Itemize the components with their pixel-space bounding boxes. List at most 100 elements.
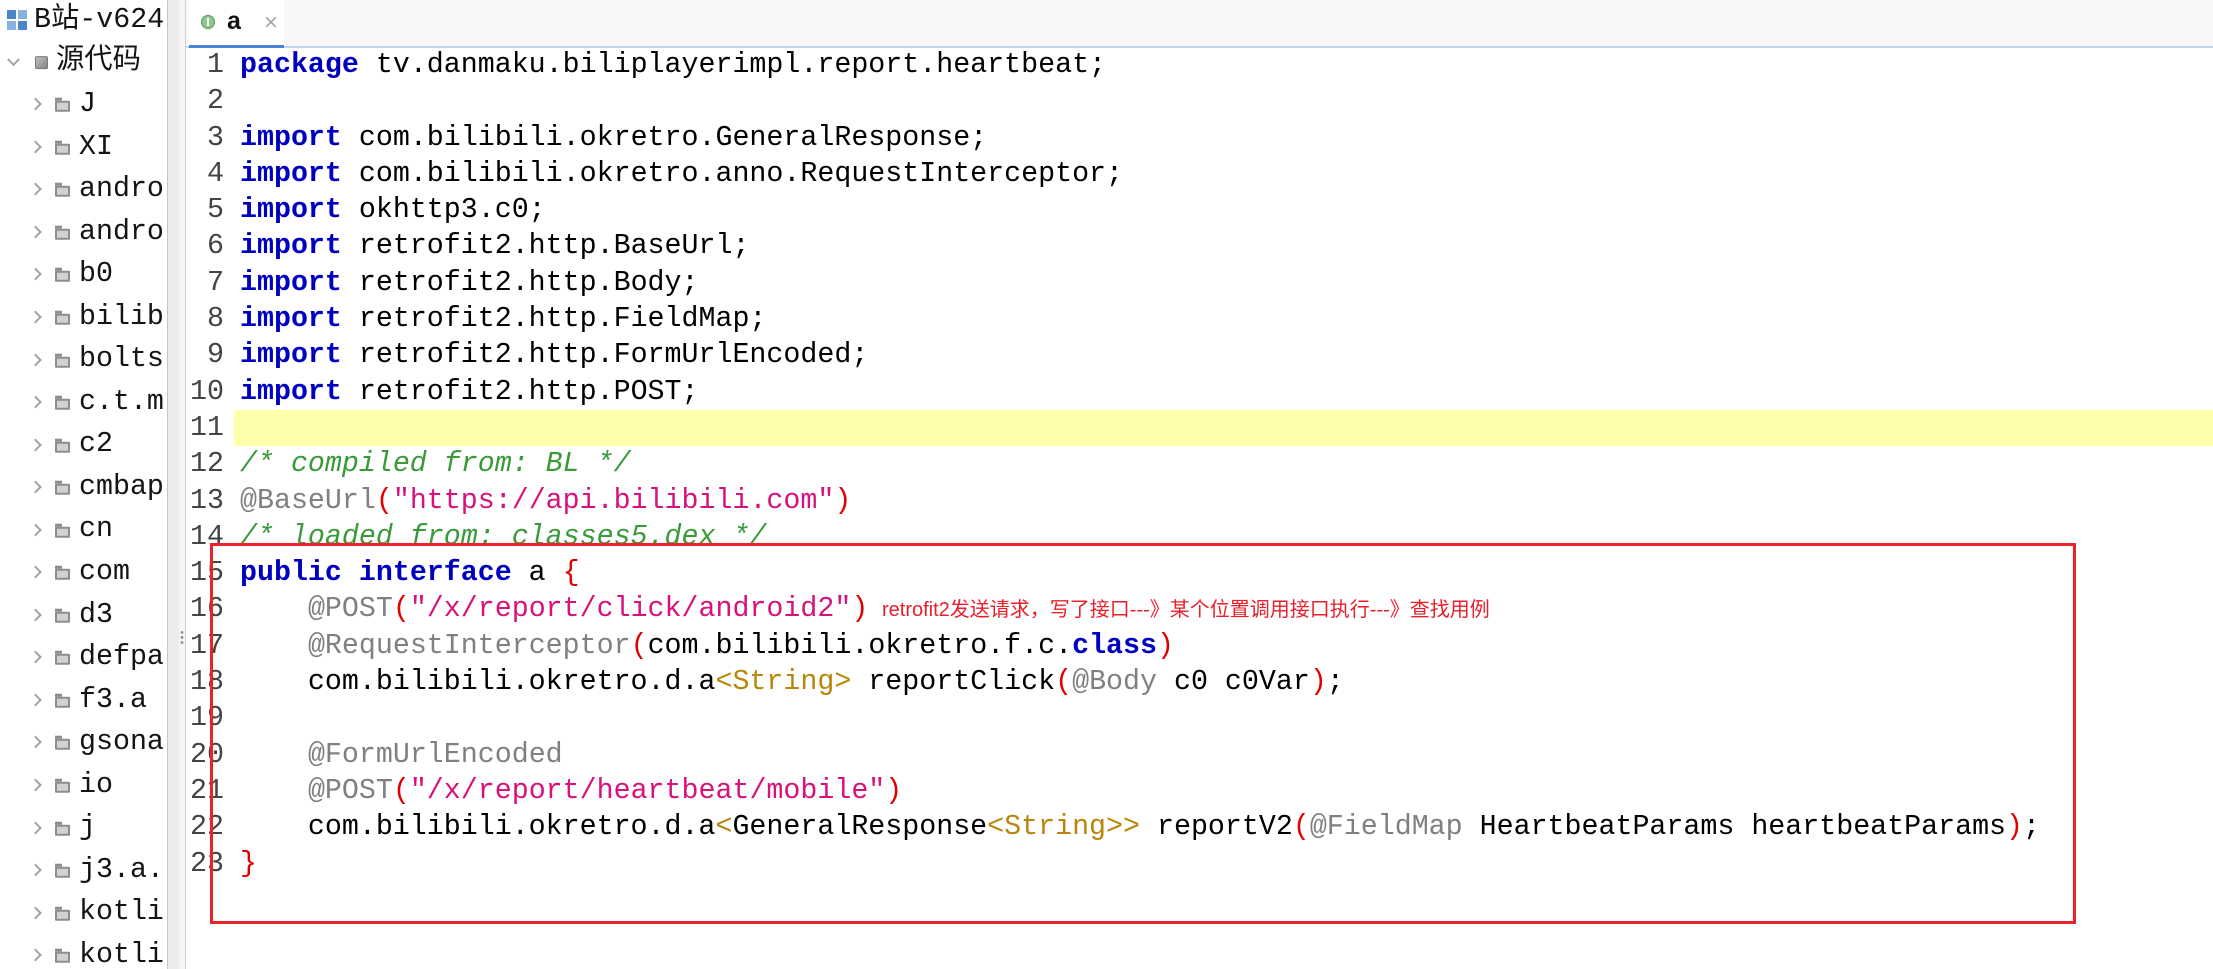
tree-item[interactable]: andro [0,168,167,211]
code-line[interactable]: 12 /* compiled from: BL */ [186,446,2213,482]
code-line[interactable]: 10 import retrofit2.http.POST; [186,374,2213,410]
code-line[interactable]: 7 import retrofit2.http.Body; [186,265,2213,301]
line-number: 8 [207,303,224,336]
tree-item[interactable]: kotli [0,891,167,934]
package-icon [55,565,70,580]
tree-item[interactable]: d3 [0,594,167,637]
chevron-right-icon[interactable] [29,97,42,111]
chevron-right-icon[interactable] [29,778,42,792]
line-code[interactable]: @BaseUrl("https://api.bilibili.com") [234,483,2213,519]
package-icon [55,608,70,623]
line-code[interactable]: import okhttp3.c0; [234,192,2213,228]
tree-item[interactable]: f3.a [0,679,167,722]
interface-icon [201,15,215,29]
code-line[interactable]: 2 [186,83,2213,119]
chevron-right-icon[interactable] [29,906,42,920]
code-line[interactable]: 6 import retrofit2.http.BaseUrl; [186,228,2213,264]
tree-item[interactable]: cmbap [0,466,167,509]
tree-item[interactable]: b0 [0,253,167,296]
code-line[interactable]: 9 import retrofit2.http.FormUrlEncoded; [186,337,2213,373]
tree-item-label: j [79,811,96,844]
project-tree[interactable]: B站-v624 源代码 J XI andro andro b0 bilib bolts c.t… [0,0,167,969]
tree-item[interactable]: bolts [0,338,167,381]
code-line[interactable]: 3 import com.bilibili.okretro.GeneralResp… [186,120,2213,156]
tree-item[interactable]: J [0,83,167,126]
chevron-down-icon[interactable] [7,52,20,66]
chevron-right-icon[interactable] [29,693,42,707]
tree-item[interactable]: bilib [0,296,167,339]
package-icon [55,693,70,708]
chevron-right-icon[interactable] [29,268,42,281]
tree-item[interactable]: c2 [0,423,167,466]
annotation-box [210,543,2076,924]
chevron-right-icon[interactable] [29,480,42,494]
chevron-right-icon[interactable] [29,948,42,962]
chevron-right-icon[interactable] [29,863,42,877]
code-line[interactable]: 13 @BaseUrl("https://api.bilibili.com") [186,483,2213,519]
splitter-grip-icon[interactable] [180,630,184,645]
tab-a[interactable]: a × [189,0,284,48]
keyword-token: package [240,49,359,81]
line-number: 7 [207,266,224,299]
tree-item[interactable]: j3.a. [0,849,167,892]
plain-token: retrofit2.http.FieldMap; [341,303,767,336]
chevron-right-icon[interactable] [29,353,42,366]
package-icon [55,183,70,198]
chevron-right-icon[interactable] [29,821,42,834]
chevron-right-icon[interactable] [29,395,42,409]
tree-item-label: bolts [79,343,164,376]
string-token: "https://api.bilibili.com" [392,484,835,517]
plain-token: retrofit2.http.POST; [341,375,699,408]
line-code[interactable]: /* compiled from: BL */ [234,446,2213,482]
chevron-right-icon[interactable] [29,438,42,452]
tree-item-label: XI [79,130,113,163]
tree-project-node[interactable]: B站-v624 [0,0,167,40]
tree-item[interactable]: io [0,764,167,807]
tree-item-label: cmbap [79,470,164,503]
chevron-right-icon[interactable] [29,225,42,239]
line-code[interactable]: import retrofit2.http.FormUrlEncoded; [234,337,2213,373]
tree-item[interactable]: j [0,806,167,849]
tree-item-label: f3.a [79,683,147,716]
code-line[interactable]: 1 package tv.danmaku.biliplayerimpl.repor… [186,47,2213,83]
chevron-right-icon[interactable] [29,651,42,664]
tree-item[interactable]: andro [0,211,167,254]
tree-item[interactable]: XI [0,126,167,169]
tab-close-button[interactable]: × [263,0,279,44]
tree-scrollbar[interactable] [167,0,179,969]
line-code[interactable] [234,409,2213,447]
line-code[interactable] [234,83,2213,119]
line-code[interactable]: import retrofit2.http.BaseUrl; [234,228,2213,264]
chevron-right-icon[interactable] [29,182,42,196]
tree-item-label: d3 [79,598,113,631]
code-line[interactable]: 4 import com.bilibili.okretro.anno.Reques… [186,156,2213,192]
tree-item[interactable]: c.t.m [0,381,167,424]
tree-item[interactable]: cn [0,508,167,551]
current-code-line[interactable]: 11 [186,409,2213,447]
chevron-right-icon[interactable] [29,565,42,579]
chevron-right-icon[interactable] [29,736,42,749]
project-icon [7,10,27,30]
tree-item[interactable]: defpa [0,636,167,679]
line-code[interactable]: import com.bilibili.okretro.GeneralRespo… [234,120,2213,156]
line-code[interactable]: import retrofit2.http.POST; [234,374,2213,410]
tree-source-root[interactable]: 源代码 [0,40,167,83]
line-code[interactable]: import retrofit2.http.FieldMap; [234,301,2213,337]
line-code[interactable]: import com.bilibili.okretro.anno.Request… [234,156,2213,192]
tab-label: a [227,7,241,35]
chevron-right-icon[interactable] [29,523,42,537]
chevron-right-icon[interactable] [29,608,42,622]
package-icon [55,395,70,410]
line-code[interactable]: import retrofit2.http.Body; [234,265,2213,301]
tree-item[interactable]: kotli [0,934,167,969]
chevron-right-icon[interactable] [29,310,42,324]
package-icon [55,821,70,836]
tree-item[interactable]: gsona [0,721,167,764]
tree-item-label: andro [79,173,164,206]
line-code[interactable]: package tv.danmaku.biliplayerimpl.report… [234,47,2213,83]
code-line[interactable]: 8 import retrofit2.http.FieldMap; [186,301,2213,337]
tree-item[interactable]: com [0,551,167,594]
package-icon [55,651,70,666]
chevron-right-icon[interactable] [29,140,42,154]
code-line[interactable]: 5 import okhttp3.c0; [186,192,2213,228]
